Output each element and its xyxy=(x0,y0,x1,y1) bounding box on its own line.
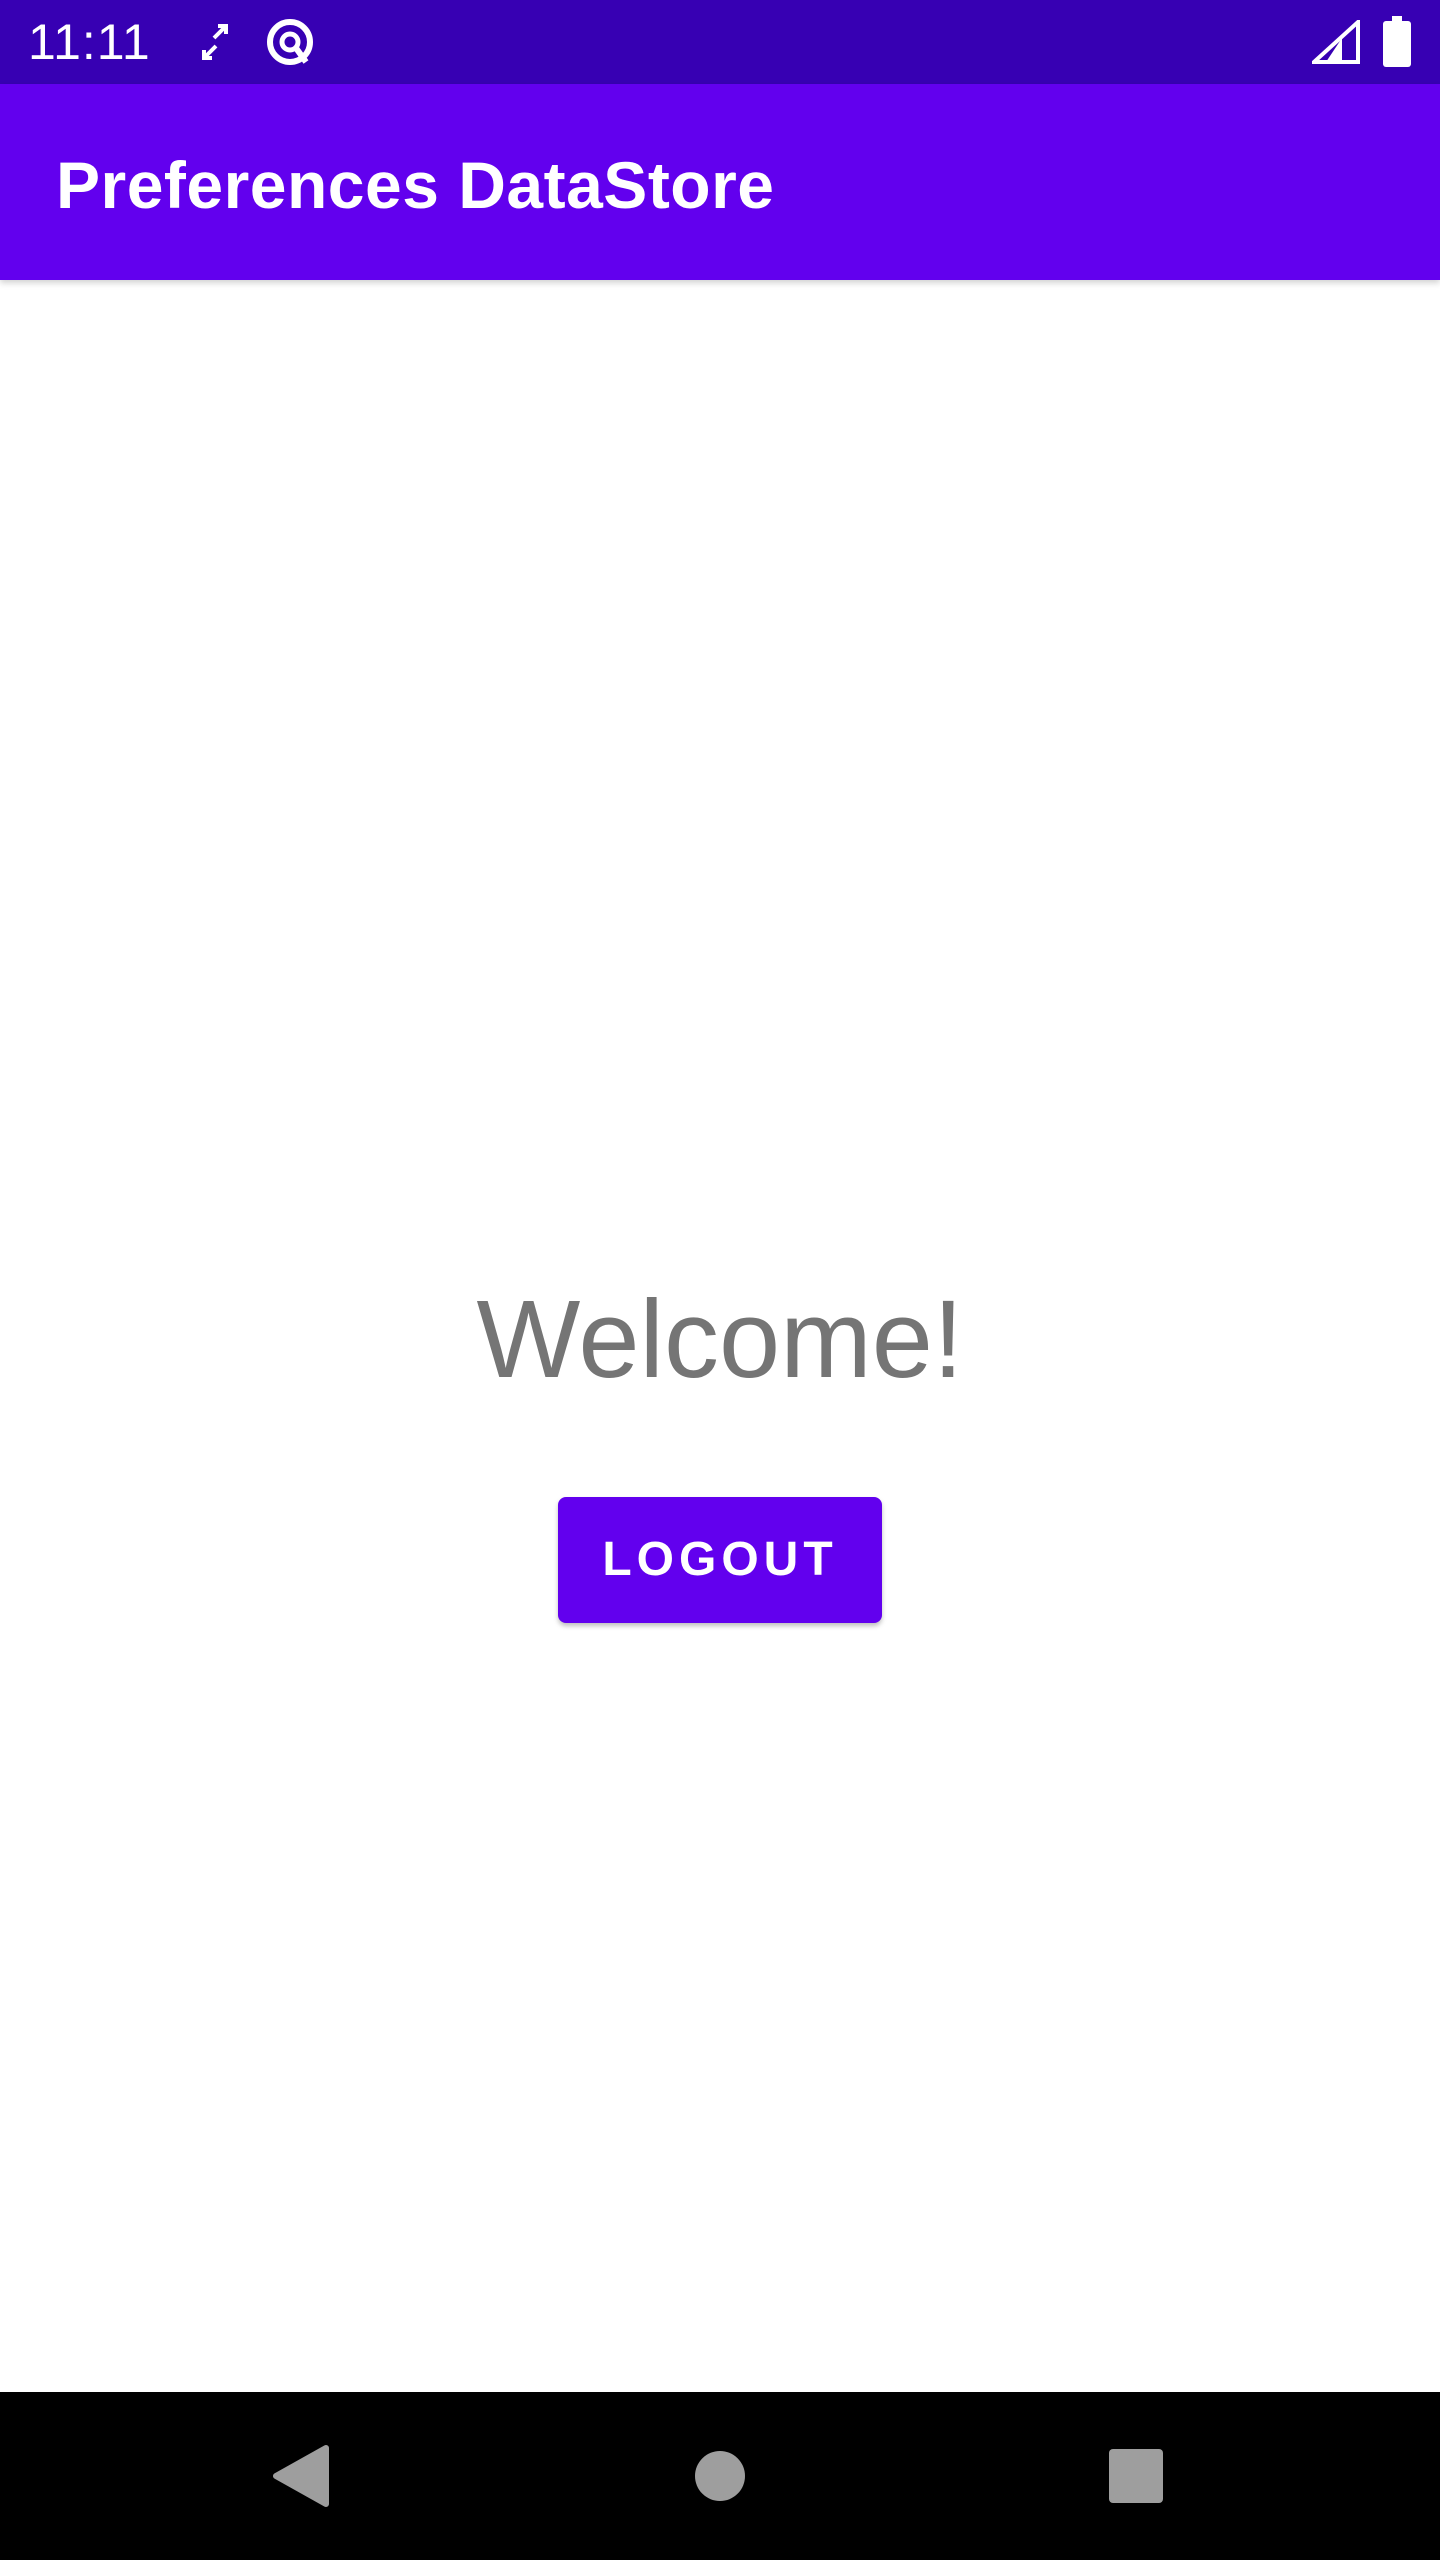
sync-icon xyxy=(202,24,228,60)
cell-signal-icon xyxy=(1312,20,1360,64)
battery-icon xyxy=(1383,16,1411,67)
welcome-text: Welcome! xyxy=(476,1278,964,1401)
recents-icon[interactable] xyxy=(1108,2448,1164,2504)
data-saver-icon xyxy=(267,19,313,65)
back-icon[interactable] xyxy=(270,2444,330,2508)
logout-button[interactable]: LOGOUT xyxy=(558,1497,882,1623)
navigation-bar xyxy=(0,2392,1440,2560)
screen: 11:11 Preferences DataStore Welcome! LOG… xyxy=(0,0,1440,2560)
home-icon[interactable] xyxy=(694,2450,746,2502)
status-bar: 11:11 xyxy=(0,0,1440,84)
app-bar: Preferences DataStore xyxy=(0,84,1440,280)
app-title: Preferences DataStore xyxy=(56,148,775,222)
status-time: 11:11 xyxy=(28,14,151,70)
